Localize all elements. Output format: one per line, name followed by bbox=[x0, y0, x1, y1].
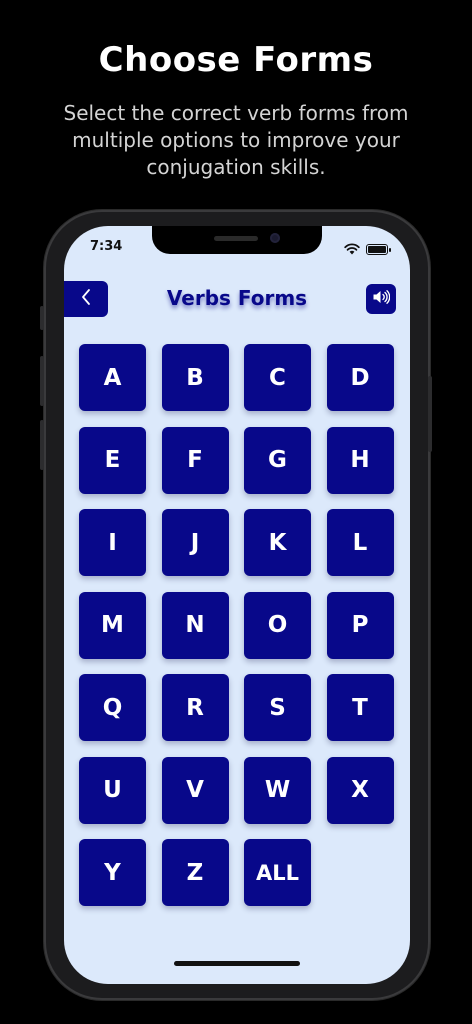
letter-tile-q[interactable]: Q bbox=[79, 674, 146, 741]
status-icons bbox=[344, 240, 391, 259]
letter-tile-o[interactable]: O bbox=[244, 591, 311, 659]
letter-tile-i[interactable]: I bbox=[79, 509, 146, 576]
wifi-icon bbox=[344, 240, 360, 259]
home-indicator[interactable] bbox=[174, 961, 300, 966]
letter-tile-u[interactable]: U bbox=[79, 756, 146, 824]
letter-tile-s[interactable]: S bbox=[244, 674, 311, 741]
letter-tile-k[interactable]: K bbox=[244, 509, 311, 576]
app-header: Verbs Forms bbox=[64, 280, 410, 320]
letter-tile-l[interactable]: L bbox=[326, 509, 394, 576]
phone-power-button bbox=[428, 376, 432, 452]
letter-tile-a[interactable]: A bbox=[79, 344, 146, 411]
letter-tile-r[interactable]: R bbox=[161, 674, 229, 741]
back-button[interactable] bbox=[64, 281, 108, 317]
letter-tile-w[interactable]: W bbox=[244, 756, 311, 824]
chevron-left-icon bbox=[80, 288, 92, 310]
phone-volume-up bbox=[40, 356, 44, 406]
letter-tile-z[interactable]: Z bbox=[161, 839, 229, 906]
phone-screen: 7:34 Verbs Forms A B C D E F G H I J K L… bbox=[64, 226, 410, 984]
letter-tile-g[interactable]: G bbox=[244, 426, 311, 494]
promo-headline: Choose Forms bbox=[98, 40, 374, 80]
letter-tile-all[interactable]: ALL bbox=[244, 839, 311, 906]
letter-tile-p[interactable]: P bbox=[326, 591, 394, 659]
battery-icon bbox=[366, 244, 391, 255]
letter-tile-x[interactable]: X bbox=[326, 756, 394, 824]
notch bbox=[152, 226, 322, 254]
phone-volume-down bbox=[40, 420, 44, 470]
letter-tile-b[interactable]: B bbox=[161, 344, 229, 411]
letter-tile-n[interactable]: N bbox=[161, 591, 229, 659]
letter-tile-t[interactable]: T bbox=[326, 674, 394, 741]
phone-mute-switch bbox=[40, 306, 44, 330]
page: Choose Forms Select the correct verb for… bbox=[0, 0, 472, 1024]
letter-tile-j[interactable]: J bbox=[161, 509, 229, 576]
status-time: 7:34 bbox=[90, 239, 123, 254]
letter-tile-d[interactable]: D bbox=[326, 344, 394, 411]
letter-tile-c[interactable]: C bbox=[244, 344, 311, 411]
letter-grid: A B C D E F G H I J K L M N O P Q R S T … bbox=[79, 344, 399, 906]
letter-tile-e[interactable]: E bbox=[79, 426, 146, 494]
letter-tile-y[interactable]: Y bbox=[79, 839, 146, 906]
letter-tile-m[interactable]: M bbox=[79, 591, 146, 659]
earpiece-speaker bbox=[214, 236, 258, 241]
letter-tile-f[interactable]: F bbox=[161, 426, 229, 494]
sound-button[interactable] bbox=[366, 284, 396, 314]
letter-tile-h[interactable]: H bbox=[326, 426, 394, 494]
promo-subline: Select the correct verb forms from multi… bbox=[63, 101, 409, 179]
speaker-icon bbox=[372, 289, 391, 309]
page-title: Verbs Forms bbox=[166, 286, 308, 310]
letter-tile-v[interactable]: V bbox=[161, 756, 229, 824]
front-camera bbox=[270, 233, 280, 243]
